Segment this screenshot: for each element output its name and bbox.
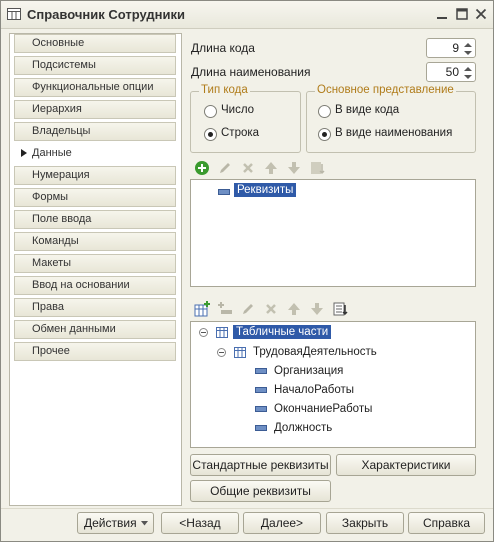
code-length-input[interactable]: 9 — [426, 38, 476, 58]
sidebar-item-commands[interactable]: Команды — [14, 232, 176, 251]
sidebar-item-hierarchy[interactable]: Иерархия — [14, 100, 176, 119]
edit-icon[interactable] — [240, 301, 256, 317]
sidebar: Основные Подсистемы Функциональные опции… — [9, 33, 182, 506]
collapse-icon[interactable] — [217, 348, 226, 357]
code-type-legend: Тип кода — [199, 84, 250, 96]
sidebar-item-functional-options[interactable]: Функциональные опции — [14, 78, 176, 97]
field-node[interactable]: ОкончаниеРаботы — [274, 403, 372, 415]
common-attributes-button[interactable]: Общие реквизиты — [190, 480, 331, 502]
attribute-icon — [218, 189, 230, 195]
move-down-icon[interactable] — [286, 160, 302, 176]
table-icon — [234, 347, 246, 358]
table-node[interactable]: ТрудоваяДеятельность — [253, 346, 377, 358]
move-down-icon[interactable] — [309, 301, 325, 317]
edit-icon[interactable] — [217, 160, 233, 176]
tabular-parts-tree[interactable]: Табличные части ТрудоваяДеятельность Орг… — [190, 321, 476, 448]
field-node[interactable]: НачалоРаботы — [274, 384, 354, 396]
code-type-string-radio[interactable]: Строка — [204, 127, 294, 143]
sidebar-item-owners[interactable]: Владельцы — [14, 122, 176, 141]
sidebar-item-templates[interactable]: Макеты — [14, 254, 176, 273]
catalog-icon — [7, 8, 21, 20]
attributes-tree[interactable]: Реквизиты — [190, 179, 476, 287]
add-attribute-icon[interactable] — [217, 301, 233, 317]
code-type-number-radio[interactable]: Число — [204, 104, 294, 120]
sidebar-item-input-field[interactable]: Поле ввода — [14, 210, 176, 229]
attribute-icon — [255, 425, 267, 431]
help-button[interactable]: Справка — [408, 512, 485, 534]
attribute-icon — [255, 387, 267, 393]
close-icon[interactable] — [473, 6, 489, 22]
move-up-icon[interactable] — [263, 160, 279, 176]
characteristics-button[interactable]: Характеристики — [336, 454, 476, 476]
collapse-icon[interactable] — [199, 328, 208, 337]
tabular-root-node[interactable]: Табличные части — [233, 325, 332, 339]
sidebar-item-forms[interactable]: Формы — [14, 188, 176, 207]
name-length-input[interactable]: 50 — [426, 62, 476, 82]
title-bar: Справочник Сотрудники — [1, 1, 493, 29]
sidebar-item-rights[interactable]: Права — [14, 298, 176, 317]
sidebar-item-based-on[interactable]: Ввод на основании — [14, 276, 176, 295]
back-button[interactable]: <Назад — [161, 512, 239, 534]
tabular-icon — [216, 327, 228, 338]
move-up-icon[interactable] — [286, 301, 302, 317]
representation-code-radio[interactable]: В виде кода — [318, 104, 468, 120]
attributes-root-node[interactable]: Реквизиты — [234, 183, 297, 197]
catalog-window: Справочник Сотрудники Основные Подсистем… — [0, 0, 494, 542]
field-node[interactable]: Должность — [274, 422, 332, 434]
spin-down-icon[interactable] — [463, 73, 473, 81]
footer-separator — [1, 508, 493, 509]
spin-down-icon[interactable] — [463, 49, 473, 57]
delete-icon[interactable] — [263, 301, 279, 317]
sidebar-item-data-exchange[interactable]: Обмен данными — [14, 320, 176, 339]
sidebar-item-data[interactable]: Данные — [14, 144, 176, 163]
active-arrow-icon — [21, 149, 27, 157]
code-length-label: Длина кода — [191, 41, 255, 55]
standard-attributes-button[interactable]: Стандартные реквизиты — [190, 454, 331, 476]
spin-up-icon[interactable] — [463, 65, 473, 73]
code-type-group: Тип кода Число Строка — [190, 84, 301, 153]
main-representation-legend: Основное представление — [315, 84, 456, 96]
attribute-icon — [255, 368, 267, 374]
next-button[interactable]: Далее> — [243, 512, 321, 534]
window-title: Справочник Сотрудники — [27, 7, 185, 22]
minimize-icon[interactable] — [434, 6, 450, 22]
name-length-label: Длина наименования — [191, 65, 311, 79]
sort-icon[interactable] — [332, 301, 348, 317]
field-node[interactable]: Организация — [274, 365, 343, 377]
sidebar-item-numbering[interactable]: Нумерация — [14, 166, 176, 185]
sort-icon[interactable] — [309, 160, 325, 176]
close-button[interactable]: Закрыть — [326, 512, 404, 534]
spin-up-icon[interactable] — [463, 41, 473, 49]
chevron-down-icon — [141, 521, 148, 526]
add-icon[interactable] — [194, 160, 210, 176]
representation-name-radio[interactable]: В виде наименования — [318, 127, 468, 143]
sidebar-item-subsystems[interactable]: Подсистемы — [14, 56, 176, 75]
attribute-icon — [255, 406, 267, 412]
actions-button[interactable]: Действия — [77, 512, 154, 534]
delete-icon[interactable] — [240, 160, 256, 176]
main-representation-group: Основное представление В виде кода В вид… — [306, 84, 476, 153]
sidebar-item-main[interactable]: Основные — [14, 34, 176, 53]
sidebar-item-other[interactable]: Прочее — [14, 342, 176, 361]
add-tabular-icon[interactable] — [194, 301, 210, 317]
maximize-icon[interactable] — [454, 6, 470, 22]
